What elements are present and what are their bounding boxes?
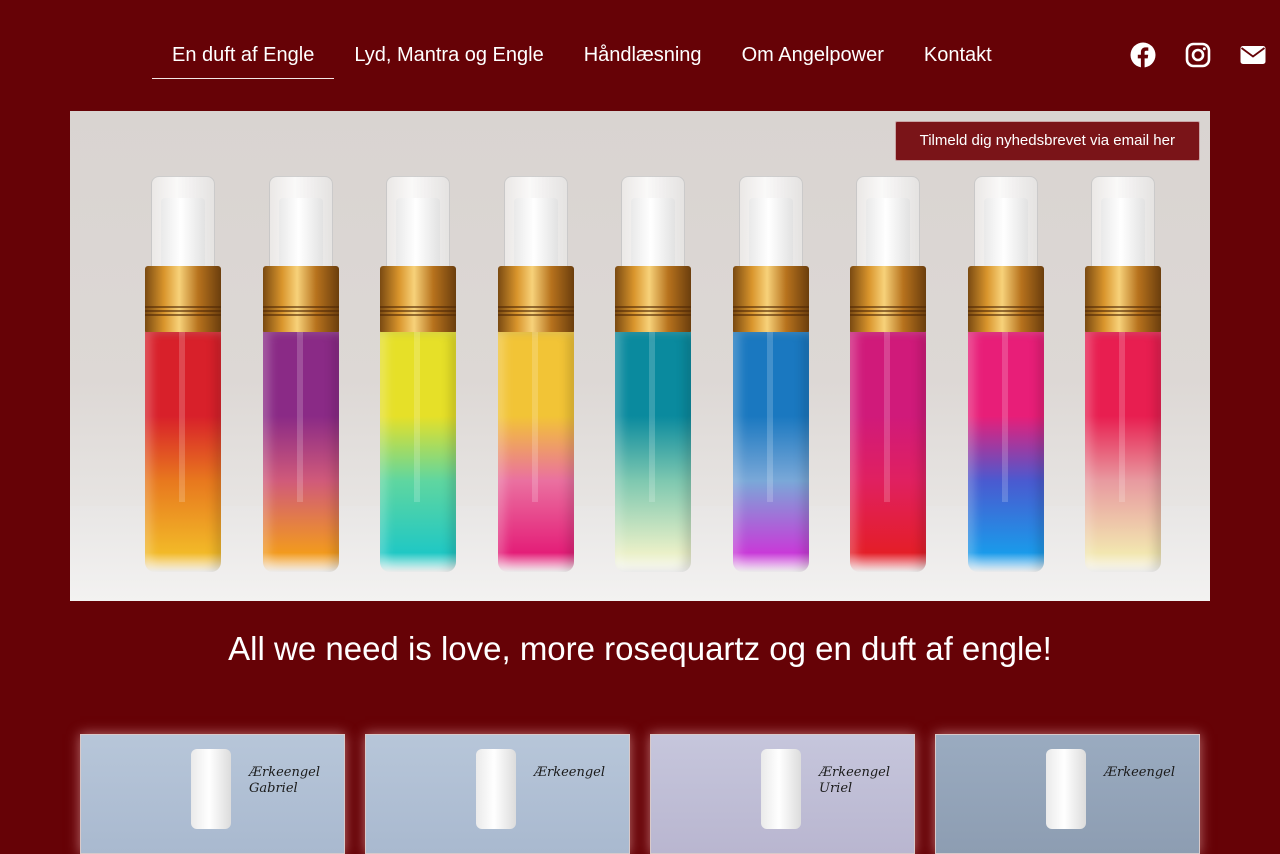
envelope-icon[interactable] (1240, 42, 1266, 68)
bottle-tube (1085, 332, 1161, 572)
product-card[interactable]: Ærkeengel (935, 734, 1200, 854)
bottle-cap-image (1046, 749, 1086, 829)
perfume-bottle (1083, 176, 1163, 576)
perfume-bottle (261, 176, 341, 576)
bottle-pump (513, 198, 558, 268)
product-card-label: Ærkeengel Uriel (819, 765, 891, 796)
product-cards: Ærkeengel Gabriel Ærkeengel Ærkeengel Ur… (80, 734, 1200, 854)
bottle-tube (850, 332, 926, 572)
nav-item-om-angelpower[interactable]: Om Angelpower (722, 34, 904, 79)
perfume-bottle (613, 176, 693, 576)
product-card[interactable]: Ærkeengel Uriel (650, 734, 915, 854)
bottle-cap-image (476, 749, 516, 829)
bottle-collar (615, 266, 691, 334)
page-tagline: All we need is love, more rosequartz og … (228, 630, 1052, 667)
bottle-pump (396, 198, 440, 268)
bottle-collar (850, 266, 926, 334)
bottle-collar (262, 266, 339, 334)
bottle-collar (732, 266, 809, 334)
perfume-bottle (378, 176, 458, 576)
bottle-tube (967, 332, 1044, 572)
bottle-cap-image (191, 749, 231, 829)
social-links (1130, 42, 1266, 68)
bottle-cap-image (761, 749, 801, 829)
product-card[interactable]: Ærkeengel (365, 734, 630, 854)
product-card-label: Ærkeengel Gabriel (249, 765, 321, 796)
instagram-icon[interactable] (1185, 42, 1211, 68)
main-nav: En duft af Engle Lyd, Mantra og Engle Hå… (152, 34, 1012, 79)
nav-item-kontakt[interactable]: Kontakt (904, 34, 1012, 79)
bottle-pump (983, 198, 1028, 268)
nav-item-handlaesning[interactable]: Håndlæsning (564, 34, 722, 79)
bottle-collar (380, 266, 456, 334)
perfume-bottle (143, 176, 223, 576)
bottle-collar (967, 266, 1044, 334)
product-card[interactable]: Ærkeengel Gabriel (80, 734, 345, 854)
bottle-pump (748, 198, 793, 268)
nav-item-en-duft-af-engle[interactable]: En duft af Engle (152, 34, 335, 79)
newsletter-signup-button[interactable]: Tilmeld dig nyhedsbrevet via email her (894, 121, 1200, 161)
product-card-label: Ærkeengel (1104, 765, 1176, 780)
bottle-pump (278, 198, 323, 268)
perfume-bottle (966, 176, 1046, 576)
product-card-label: Ærkeengel (534, 765, 606, 780)
nav-item-lyd-mantra-og-engle[interactable]: Lyd, Mantra og Engle (334, 34, 563, 79)
perfume-bottle (496, 176, 576, 576)
bottle-collar (497, 266, 574, 334)
perfume-bottle (731, 176, 811, 576)
bottle-tube (262, 332, 339, 572)
bottle-tube (615, 332, 691, 572)
bottle-tube (380, 332, 456, 572)
bottle-collar (145, 266, 221, 334)
bottle-tube (732, 332, 809, 572)
bottle-pump (1101, 198, 1145, 268)
perfume-bottle (848, 176, 928, 576)
hero-image: Tilmeld dig nyhedsbrevet via email her (70, 111, 1210, 601)
bottle-pump (631, 198, 675, 268)
bottle-pump (866, 198, 910, 268)
bottle-tube (145, 332, 221, 572)
bottle-collar (1085, 266, 1161, 334)
facebook-icon[interactable] (1130, 42, 1156, 68)
bottle-tube (497, 332, 574, 572)
bottle-pump (161, 198, 205, 268)
